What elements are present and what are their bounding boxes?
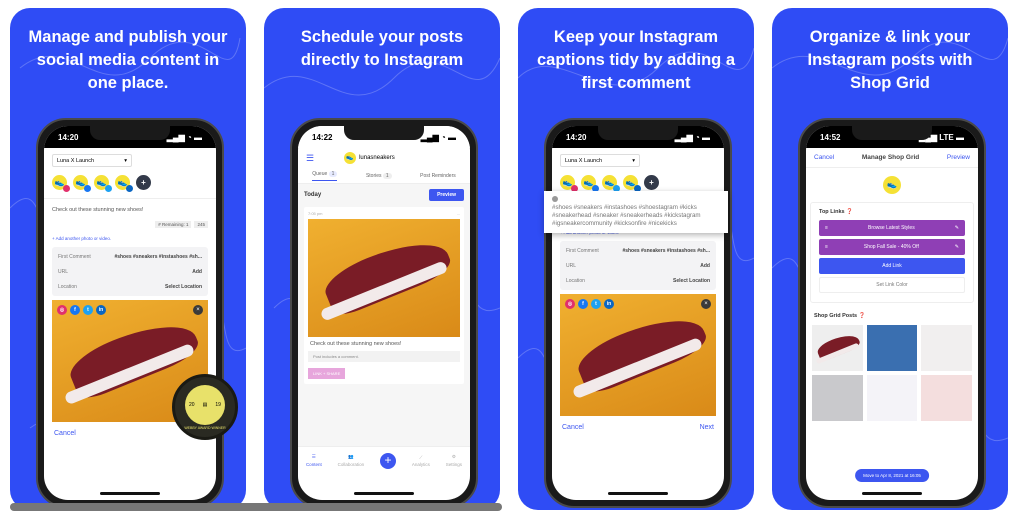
list-icon: ☰ xyxy=(311,454,316,459)
twitter-icon: t xyxy=(83,305,93,315)
move-toast: Move to Apr 8, 2021 at 16:05 xyxy=(855,469,929,482)
screenshot-card-2: Schedule your posts directly to Instagra… xyxy=(264,8,500,510)
first-comment-field[interactable]: First Comment #shoes #sneakers #instashoe… xyxy=(566,243,710,258)
remaining-badge: # Remaining: 1 xyxy=(155,221,192,228)
post-image xyxy=(308,219,460,337)
grid-post[interactable] xyxy=(812,375,863,421)
bottom-nav: ☰ Content 👥 Collaboration + ⟋ Analytics ⚙ Se… xyxy=(298,446,470,474)
post-options: First Comment #shoes #sneakers #instashoe… xyxy=(52,247,208,296)
grid-post[interactable] xyxy=(921,325,972,371)
nav-analytics[interactable]: ⟋ Analytics xyxy=(412,455,430,467)
page-title: Manage Shop Grid xyxy=(861,154,920,161)
headline: Manage and publish your social media con… xyxy=(28,28,228,92)
screenshot-card-3: Keep your Instagram captions tidy by add… xyxy=(518,8,754,510)
next-button[interactable]: Next xyxy=(700,424,714,431)
cancel-button[interactable]: Cancel xyxy=(562,424,584,431)
add-account-button[interactable]: + xyxy=(136,175,151,190)
avatar-twitter[interactable]: 👟 xyxy=(94,175,112,192)
headline: Organize & link your Instagram posts wit… xyxy=(807,28,973,92)
first-comment-popup: #shoes #sneakers #instashoes #shoestagra… xyxy=(544,191,728,233)
add-media-link[interactable]: + Add another photo or video. xyxy=(44,228,216,243)
headline: Keep your Instagram captions tidy by add… xyxy=(536,28,736,92)
campaign-dropdown[interactable]: Luna X Launch ▾ xyxy=(560,154,640,167)
link-share-button[interactable]: LINK + SHARE xyxy=(308,368,346,379)
help-icon: ❓ xyxy=(846,209,853,215)
grid-post[interactable] xyxy=(921,375,972,421)
avatar-linkedin[interactable]: 👟 xyxy=(115,175,133,192)
link-item[interactable]: ≡ Browse Latest Styles ✎ xyxy=(819,220,965,236)
location-field[interactable]: Location Select Location xyxy=(566,273,710,288)
post-card[interactable]: 7:05 pm... Check out these stunning new … xyxy=(304,207,464,384)
twitter-count: 245 xyxy=(194,221,208,228)
horizontal-scrollbar[interactable] xyxy=(10,503,502,511)
remove-image-button[interactable]: × xyxy=(701,299,711,309)
chevron-down-icon: ▾ xyxy=(124,157,127,164)
more-icon[interactable]: ... xyxy=(457,211,460,216)
first-comment-field[interactable]: First Comment #shoes #sneakers #instashoe… xyxy=(58,249,202,264)
tab-stories[interactable]: Stories 1 xyxy=(366,172,392,179)
tab-queue[interactable]: Queue 1 xyxy=(312,170,338,181)
grid-post[interactable] xyxy=(812,325,863,371)
linkedin-icon: in xyxy=(96,305,106,315)
location-field[interactable]: Location Select Location xyxy=(58,279,202,294)
preview-button[interactable]: Preview xyxy=(947,154,970,161)
chart-icon: ⟋ xyxy=(419,454,423,460)
screenshot-card-1: Manage and publish your social media con… xyxy=(10,8,246,510)
account-switcher[interactable]: 👟 lunasneakers xyxy=(344,152,395,164)
url-field[interactable]: URL Add xyxy=(566,258,710,273)
avatar-instagram[interactable]: 👟 xyxy=(52,175,70,192)
profile-avatar: 👟 xyxy=(883,176,901,194)
grid-label: Shop Grid Posts ❓ xyxy=(814,313,866,319)
people-icon: 👥 xyxy=(348,454,354,459)
instagram-icon: ◎ xyxy=(57,305,67,315)
webby-award-badge: 20 ▤ 19 WEBBY AWARD WINNER xyxy=(172,374,238,440)
nav-collaboration[interactable]: 👥 Collaboration xyxy=(338,454,365,467)
link-item[interactable]: ≡ Shop Fall Sale - 40% Off ✎ xyxy=(819,239,965,255)
create-post-button[interactable]: + xyxy=(379,452,396,469)
nav-content[interactable]: ☰ Content xyxy=(306,454,322,467)
drag-handle-icon: ≡ xyxy=(825,244,828,250)
grid-post[interactable] xyxy=(866,375,918,421)
screenshot-card-4: Organize & link your Instagram posts wit… xyxy=(772,8,1008,510)
shop-grid xyxy=(806,325,978,421)
edit-icon: ✎ xyxy=(954,244,959,250)
signal-icon: ▂▄▆ ◔ ▬ xyxy=(166,132,202,142)
grid-post[interactable] xyxy=(866,325,918,371)
set-link-color-button[interactable]: Set Link Color xyxy=(819,277,965,293)
top-links-label: Top Links ❓ xyxy=(819,209,853,215)
cancel-button[interactable]: Cancel xyxy=(814,154,834,161)
add-account-button[interactable]: + xyxy=(644,175,659,190)
tab-post-reminders[interactable]: Post Reminders xyxy=(420,173,456,179)
cancel-button[interactable]: Cancel xyxy=(54,430,76,437)
preview-button[interactable]: Preview xyxy=(429,189,464,201)
add-link-button[interactable]: Add Link xyxy=(819,258,965,274)
headline: Schedule your posts directly to Instagra… xyxy=(300,28,464,69)
menu-icon[interactable]: ☰ xyxy=(306,153,314,164)
post-image: ◎ f t in × xyxy=(560,294,716,416)
caption-input[interactable]: Check out these stunning new shoes! xyxy=(44,198,216,221)
avatar-facebook[interactable]: 👟 xyxy=(73,175,91,192)
remove-image-button[interactable]: × xyxy=(193,305,203,315)
edit-icon: ✎ xyxy=(954,225,959,231)
gear-icon: ⚙ xyxy=(451,454,456,459)
phone-frame: 14:20 ▂▄▆ ◔ ▬ Luna X Launch ▾ 👟 👟 👟 👟 + Ch… xyxy=(36,118,224,508)
url-field[interactable]: URL Add xyxy=(58,264,202,279)
facebook-icon: f xyxy=(70,305,80,315)
drag-handle-icon: ≡ xyxy=(825,225,828,231)
campaign-dropdown[interactable]: Luna X Launch ▾ xyxy=(52,154,132,167)
nav-settings[interactable]: ⚙ Settings xyxy=(446,454,462,467)
section-today: Today xyxy=(304,192,322,198)
